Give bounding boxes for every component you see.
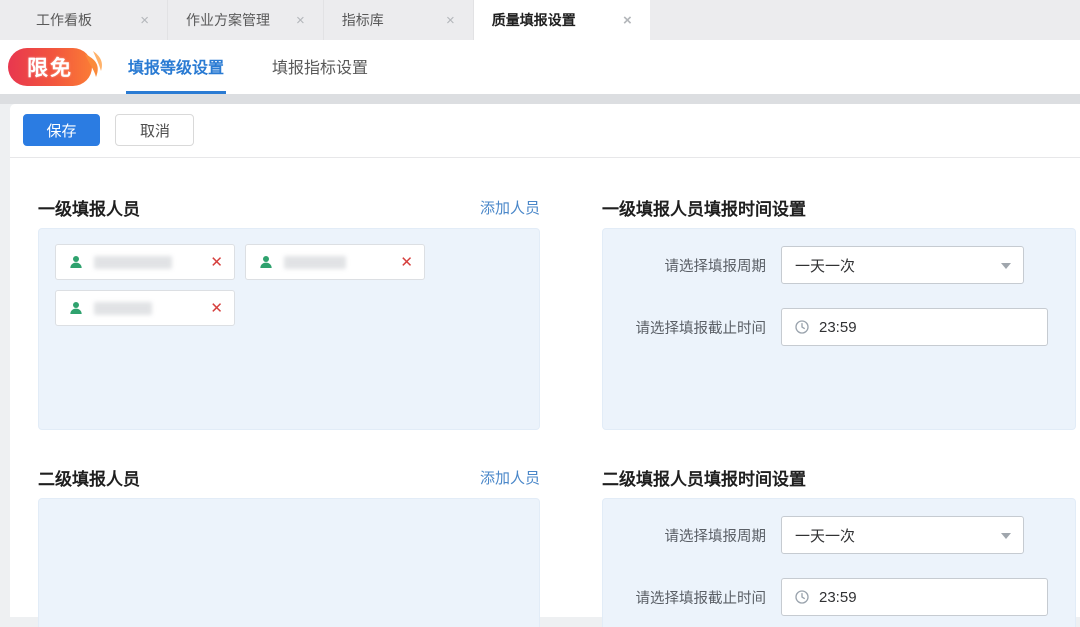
clock-icon xyxy=(794,589,810,605)
cycle-label: 请选择填报周期 xyxy=(603,255,766,276)
section-title: 一级填报人员 xyxy=(38,195,140,220)
sub-header: 限免 填报等级设置 填报指标设置 xyxy=(0,40,1080,94)
time-settings-column: 一级填报人员填报时间设置 请选择填报周期 一天一次 请选择填报截止时间 xyxy=(602,194,1076,627)
tab-operation-plan-management[interactable]: 作业方案管理 × xyxy=(168,0,324,40)
remove-member-icon[interactable]: ✕ xyxy=(210,299,223,317)
cycle-select-value: 一天一次 xyxy=(795,525,855,546)
tab-work-board[interactable]: 工作看板 × xyxy=(18,0,168,40)
limited-free-badge: 限免 xyxy=(8,48,92,86)
user-icon xyxy=(258,254,274,270)
tab-label: 工作看板 xyxy=(36,10,92,30)
window-tab-bar: 工作看板 × 作业方案管理 × 指标库 × 质量填报设置 × xyxy=(0,0,1080,40)
tab-label: 质量填报设置 xyxy=(492,10,576,30)
deadline-row: 请选择填报截止时间 23:59 xyxy=(603,578,1075,616)
level1-people-panel: ✕ ✕ ✕ xyxy=(38,228,540,430)
clock-icon xyxy=(794,319,810,335)
level2-time-panel: 请选择填报周期 一天一次 请选择填报截止时间 23:59 xyxy=(602,498,1076,627)
member-tag[interactable]: ✕ xyxy=(245,244,425,280)
member-tag[interactable]: ✕ xyxy=(55,244,235,280)
cycle-select[interactable]: 一天一次 xyxy=(781,246,1024,284)
cycle-label: 请选择填报周期 xyxy=(603,525,766,546)
deadline-row: 请选择填报截止时间 23:59 xyxy=(603,308,1075,346)
settings-card: 保存 取消 一级填报人员 添加人员 ✕ ✕ ✕ 二级填报人员 添加人员 一级填报人员… xyxy=(10,104,1080,617)
tab-fill-level-settings[interactable]: 填报等级设置 xyxy=(126,40,226,94)
user-icon xyxy=(68,300,84,316)
close-icon[interactable]: × xyxy=(140,12,149,29)
section-head-level2-time: 二级填报人员填报时间设置 xyxy=(602,464,1076,490)
cancel-button[interactable]: 取消 xyxy=(115,114,194,146)
tab-label: 指标库 xyxy=(342,10,384,30)
section-head-level1-time: 一级填报人员填报时间设置 xyxy=(602,194,1076,220)
user-icon xyxy=(68,254,84,270)
tab-quality-fill-settings[interactable]: 质量填报设置 × xyxy=(474,0,650,40)
member-name-redacted xyxy=(284,256,346,269)
badge-label: 限免 xyxy=(27,52,73,82)
member-name-redacted xyxy=(94,302,152,315)
tab-fill-indicator-settings[interactable]: 填报指标设置 xyxy=(270,40,370,94)
level1-time-panel: 请选择填报周期 一天一次 请选择填报截止时间 23:59 xyxy=(602,228,1076,430)
save-button[interactable]: 保存 xyxy=(23,114,100,146)
close-icon[interactable]: × xyxy=(623,12,632,29)
section-head-level2-people: 二级填报人员 添加人员 xyxy=(38,464,540,490)
cycle-row: 请选择填报周期 一天一次 xyxy=(603,246,1075,284)
deadline-time-input[interactable]: 23:59 xyxy=(781,308,1048,346)
close-icon[interactable]: × xyxy=(296,12,305,29)
people-column: 一级填报人员 添加人员 ✕ ✕ ✕ 二级填报人员 添加人员 xyxy=(38,194,540,627)
toolbar: 保存 取消 xyxy=(10,104,1080,158)
cycle-select-value: 一天一次 xyxy=(795,255,855,276)
section-head-level1-people: 一级填报人员 添加人员 xyxy=(38,194,540,220)
content-area: 一级填报人员 添加人员 ✕ ✕ ✕ 二级填报人员 添加人员 一级填报人员填报时间设置… xyxy=(10,158,1080,627)
chevron-down-icon xyxy=(1001,263,1011,269)
deadline-time-value: 23:59 xyxy=(819,319,857,336)
tab-label: 作业方案管理 xyxy=(186,10,270,30)
cycle-select[interactable]: 一天一次 xyxy=(781,516,1024,554)
deadline-label: 请选择填报截止时间 xyxy=(603,317,766,338)
add-person-link[interactable]: 添加人员 xyxy=(480,197,540,218)
section-title: 二级填报人员填报时间设置 xyxy=(602,465,806,490)
cycle-row: 请选择填报周期 一天一次 xyxy=(603,516,1075,554)
section-title: 一级填报人员填报时间设置 xyxy=(602,195,806,220)
member-tag[interactable]: ✕ xyxy=(55,290,235,326)
divider-band xyxy=(0,94,1080,104)
close-icon[interactable]: × xyxy=(446,12,455,29)
tab-indicator-library[interactable]: 指标库 × xyxy=(324,0,474,40)
remove-member-icon[interactable]: ✕ xyxy=(210,253,223,271)
member-name-redacted xyxy=(94,256,172,269)
add-person-link[interactable]: 添加人员 xyxy=(480,467,540,488)
deadline-time-value: 23:59 xyxy=(819,589,857,606)
remove-member-icon[interactable]: ✕ xyxy=(400,253,413,271)
section-title: 二级填报人员 xyxy=(38,465,140,490)
flame-icon xyxy=(84,51,104,84)
sub-tab-group: 填报等级设置 填报指标设置 xyxy=(126,40,370,94)
deadline-label: 请选择填报截止时间 xyxy=(603,587,766,608)
level2-people-panel xyxy=(38,498,540,627)
deadline-time-input[interactable]: 23:59 xyxy=(781,578,1048,616)
chevron-down-icon xyxy=(1001,533,1011,539)
